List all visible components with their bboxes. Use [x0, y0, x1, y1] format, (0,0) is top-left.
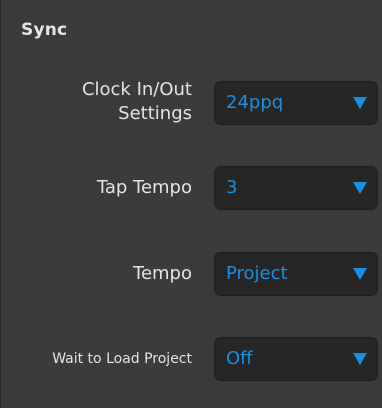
tempo-label: Tempo: [133, 263, 192, 284]
clock-settings-label-line2: Settings: [118, 103, 192, 124]
triangle-down-icon: [353, 97, 367, 109]
tempo-value: Project: [226, 263, 288, 284]
tap-tempo-label: Tap Tempo: [96, 177, 192, 198]
tempo-dropdown[interactable]: Project: [214, 252, 378, 296]
triangle-down-icon: [353, 182, 367, 194]
triangle-down-icon: [353, 353, 367, 365]
clock-settings-dropdown[interactable]: 24ppq: [214, 81, 378, 125]
tap-tempo-dropdown[interactable]: 3: [214, 166, 378, 210]
wait-to-load-dropdown[interactable]: Off: [214, 337, 378, 381]
clock-settings-value: 24ppq: [226, 92, 284, 113]
clock-settings-label: Clock In/Out Settings: [82, 78, 192, 126]
tap-tempo-value: 3: [226, 177, 238, 198]
triangle-down-icon: [353, 268, 367, 280]
sync-settings-panel: Sync Clock In/Out Settings 24ppq Tap Tem…: [0, 0, 382, 408]
wait-to-load-value: Off: [226, 348, 253, 369]
wait-to-load-label: Wait to Load Project: [52, 351, 192, 367]
section-title: Sync: [21, 20, 68, 40]
clock-settings-label-line1: Clock In/Out: [81, 79, 192, 100]
